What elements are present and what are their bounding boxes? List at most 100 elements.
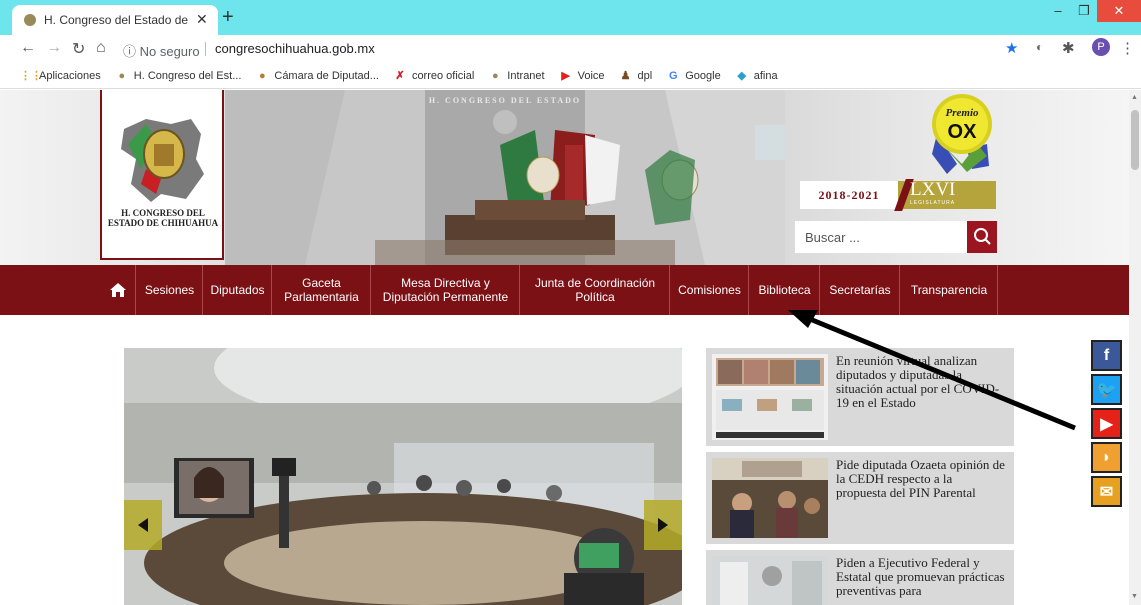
bookmark-label: Google bbox=[685, 69, 721, 82]
legislature-subtitle: LEGISLATURA bbox=[910, 200, 956, 206]
news-item[interactable]: En reunión virtual analizan diputados y … bbox=[706, 348, 1014, 446]
apps-icon: ⋮⋮ bbox=[20, 69, 42, 82]
bookmark-label: Voice bbox=[577, 69, 605, 82]
congreso-icon: ● bbox=[491, 69, 499, 82]
nav-item-mesa[interactable]: Mesa Directiva y Diputación Permanente bbox=[372, 265, 520, 315]
premio-ox-badge[interactable]: Premio OX bbox=[927, 94, 993, 174]
nav-item-diputados[interactable]: Diputados bbox=[204, 265, 272, 315]
slider-image bbox=[124, 348, 682, 605]
nav-item-secretarias[interactable]: Secretarías bbox=[821, 265, 900, 315]
web-page: H. CONGRESO DEL ESTADO H. CONGRESO DEL E… bbox=[0, 90, 1129, 605]
legislature-number: LXVI bbox=[910, 179, 956, 200]
minimize-icon[interactable]: – bbox=[1045, 0, 1071, 22]
congreso-icon: ● bbox=[118, 69, 126, 82]
search-box bbox=[795, 221, 967, 253]
nav-item-comisiones[interactable]: Comisiones bbox=[671, 265, 749, 315]
tab-close-icon[interactable]: ✕ bbox=[196, 11, 208, 28]
news-item[interactable]: Pide diputada Ozaeta opinión de la CEDH … bbox=[706, 452, 1014, 544]
nav-item-biblioteca[interactable]: Biblioteca bbox=[750, 265, 820, 315]
bookmark-item[interactable]: ⋮⋮ Aplicaciones bbox=[20, 69, 101, 83]
site-logo[interactable]: H. CONGRESO DEL ESTADO DE CHIHUAHUA bbox=[100, 90, 224, 260]
rss-icon[interactable]: ◗ bbox=[1091, 442, 1122, 473]
address-bar[interactable]: ⓘ No seguro congresochihuahua.gob.mx bbox=[115, 37, 1035, 61]
bookmark-item[interactable]: ● H. Congreso del Est... bbox=[115, 69, 241, 83]
browser-tab-bar: H. Congreso del Estado de Chihua ✕ + – ❐… bbox=[0, 0, 1141, 35]
bookmark-label: Aplicaciones bbox=[39, 69, 101, 82]
reload-icon[interactable]: ↻ bbox=[72, 39, 85, 59]
browser-tab[interactable]: H. Congreso del Estado de Chihua ✕ bbox=[12, 5, 218, 35]
google-icon: G bbox=[668, 69, 678, 82]
bookmark-label: dpl bbox=[637, 69, 653, 82]
news-headline[interactable]: En reunión virtual analizan diputados y … bbox=[836, 354, 1006, 410]
bookmark-item[interactable]: ♟ dpl bbox=[619, 69, 653, 83]
chevron-right-icon bbox=[658, 518, 668, 532]
bookmark-label: Intranet bbox=[507, 69, 545, 82]
home-icon[interactable]: ⌂ bbox=[96, 39, 106, 57]
bookmark-item[interactable]: ● Cámara de Diputad... bbox=[255, 69, 379, 83]
extensions-puzzle-icon[interactable]: ✱ bbox=[1062, 39, 1075, 57]
bookmark-item[interactable]: G Google bbox=[666, 69, 721, 83]
site-header: H. CONGRESO DEL ESTADO H. CONGRESO DEL E… bbox=[0, 90, 1129, 265]
bookmark-star-icon[interactable]: ★ bbox=[1005, 39, 1018, 57]
search-icon bbox=[974, 228, 991, 245]
bookmark-item[interactable]: ✗ correo oficial bbox=[393, 69, 474, 83]
image-slider[interactable] bbox=[124, 348, 682, 605]
hall-sign-text: H. CONGRESO DEL ESTADO bbox=[429, 96, 581, 105]
search-input[interactable] bbox=[795, 221, 967, 253]
window-close-icon[interactable]: ✕ bbox=[1097, 0, 1141, 22]
nav-item-transparencia[interactable]: Transparencia bbox=[901, 265, 998, 315]
search-button[interactable] bbox=[967, 221, 997, 253]
news-headline[interactable]: Piden a Ejecutivo Federal y Estatal que … bbox=[836, 556, 1006, 598]
chihuahua-map-logo bbox=[121, 119, 204, 202]
news-thumbnail bbox=[712, 354, 828, 440]
news-thumbnail bbox=[712, 458, 828, 538]
news-item[interactable]: Piden a Ejecutivo Federal y Estatal que … bbox=[706, 550, 1014, 605]
bookmarks-bar: ⋮⋮ Aplicaciones ● H. Congreso del Est... ● Cá… bbox=[0, 63, 1141, 89]
news-headline[interactable]: Pide diputada Ozaeta opinión de la CEDH … bbox=[836, 458, 1006, 500]
youtube-icon: ▶ bbox=[561, 69, 570, 82]
slider-next-button[interactable] bbox=[644, 500, 682, 550]
menu-kebab-icon[interactable]: ⋮ bbox=[1120, 39, 1135, 57]
bookmark-label: Cámara de Diputad... bbox=[274, 69, 379, 82]
restore-icon[interactable]: ❐ bbox=[1071, 0, 1097, 22]
email-icon[interactable]: ✉ bbox=[1091, 476, 1122, 507]
bookmark-item[interactable]: ● Intranet bbox=[488, 69, 545, 83]
browser-toolbar: ← → ↻ ⌂ ⓘ No seguro congresochihuahua.go… bbox=[0, 35, 1141, 63]
premio-ox-text: OX bbox=[948, 121, 978, 143]
youtube-icon[interactable]: ▶ bbox=[1091, 408, 1122, 439]
nav-item-junta[interactable]: Junta de Coordinación Política bbox=[521, 265, 670, 315]
extension-circle-icon[interactable]: ◐ bbox=[1036, 40, 1043, 54]
social-sidebar: f 🐦 ▶ ◗ ✉ bbox=[1091, 340, 1122, 510]
scroll-down-icon[interactable]: ▼ bbox=[1131, 593, 1138, 600]
news-thumbnail bbox=[712, 556, 828, 605]
bookmark-item[interactable]: ◆ afina bbox=[735, 69, 777, 83]
security-info[interactable]: ⓘ No seguro bbox=[123, 41, 200, 60]
back-arrow-icon[interactable]: ← bbox=[20, 39, 36, 57]
hall-image: H. CONGRESO DEL ESTADO bbox=[225, 90, 785, 265]
scrollbar-thumb[interactable] bbox=[1131, 110, 1139, 170]
nav-item-sesiones[interactable]: Sesiones bbox=[137, 265, 203, 315]
legislature-badge: LXVI LEGISLATURA bbox=[894, 179, 996, 211]
facebook-icon[interactable]: f bbox=[1091, 340, 1122, 371]
twitter-icon[interactable]: 🐦 bbox=[1091, 374, 1122, 405]
dpl-icon: ♟ bbox=[620, 69, 631, 82]
scroll-up-icon[interactable]: ▲ bbox=[1131, 94, 1138, 101]
bookmark-label: correo oficial bbox=[411, 69, 475, 82]
new-tab-button[interactable]: + bbox=[222, 6, 234, 29]
premio-label: Premio bbox=[946, 107, 979, 119]
page-scrollbar[interactable]: ▲ ▼ bbox=[1129, 90, 1141, 605]
site-favicon-icon bbox=[24, 14, 36, 26]
legislature-years: 2018-2021 bbox=[800, 181, 898, 209]
slider-prev-button[interactable] bbox=[124, 500, 162, 550]
bookmark-item[interactable]: ▶ Voice bbox=[559, 69, 605, 83]
url-text[interactable]: congresochihuahua.gob.mx bbox=[215, 41, 375, 56]
tab-title: H. Congreso del Estado de Chihua bbox=[44, 13, 192, 27]
url-separator bbox=[205, 42, 206, 56]
profile-avatar[interactable]: P bbox=[1092, 38, 1110, 56]
logo-name-text: H. CONGRESO DEL ESTADO DE CHIHUAHUA bbox=[107, 208, 219, 228]
news-list: En reunión virtual analizan diputados y … bbox=[706, 348, 1014, 605]
nav-item-gaceta[interactable]: Gaceta Parlamentaria bbox=[273, 265, 371, 315]
nav-home[interactable] bbox=[100, 265, 136, 315]
forward-arrow-icon[interactable]: → bbox=[46, 39, 62, 57]
afina-icon: ◆ bbox=[737, 69, 746, 82]
